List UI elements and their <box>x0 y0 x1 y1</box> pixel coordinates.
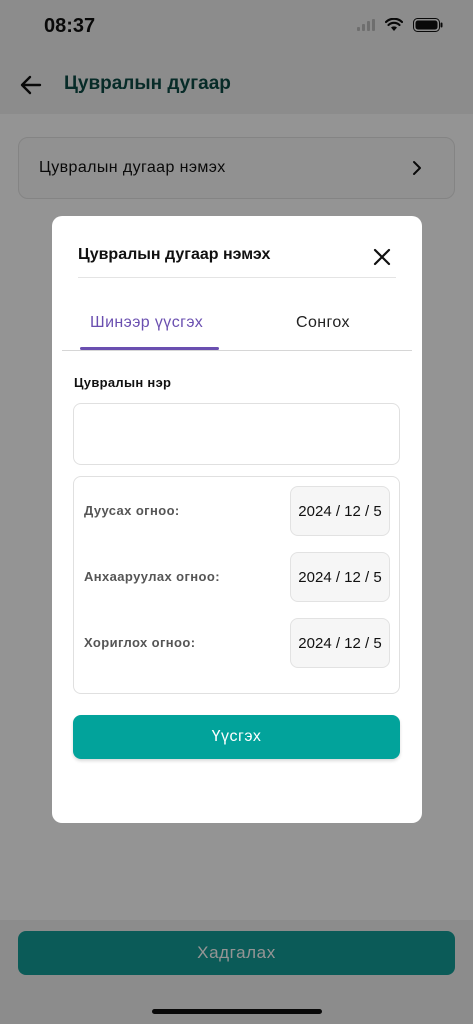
warning-date-label: Анхааруулах огноо: <box>84 569 220 584</box>
block-date-row: Хориглох огноо: 2024 / 12 / 5 <box>74 618 399 668</box>
close-icon[interactable] <box>370 245 394 269</box>
add-series-dialog: Цувралын дугаар нэмэх Шинээр үүсгэх Сонг… <box>52 216 422 823</box>
dialog-title: Цувралын дугаар нэмэх <box>78 246 271 263</box>
tab-bar: Шинээр үүсгэх Сонгох <box>62 306 412 351</box>
end-date-row: Дуусах огноо: 2024 / 12 / 5 <box>74 486 399 536</box>
tab-select[interactable]: Сонгох <box>296 314 350 332</box>
dates-panel: Дуусах огноо: 2024 / 12 / 5 Анхааруулах … <box>73 476 400 694</box>
warning-date-picker[interactable]: 2024 / 12 / 5 <box>290 552 390 602</box>
series-name-label: Цувралын нэр <box>74 375 172 390</box>
end-date-picker[interactable]: 2024 / 12 / 5 <box>290 486 390 536</box>
block-date-picker[interactable]: 2024 / 12 / 5 <box>290 618 390 668</box>
end-date-label: Дуусах огноо: <box>84 503 180 518</box>
tab-divider <box>62 350 412 351</box>
block-date-label: Хориглох огноо: <box>84 635 196 650</box>
tab-create-new[interactable]: Шинээр үүсгэх <box>90 314 203 332</box>
divider <box>78 277 396 278</box>
create-button[interactable]: Үүсгэх <box>73 715 400 759</box>
warning-date-row: Анхааруулах огноо: 2024 / 12 / 5 <box>74 552 399 602</box>
series-name-input[interactable] <box>73 403 400 465</box>
